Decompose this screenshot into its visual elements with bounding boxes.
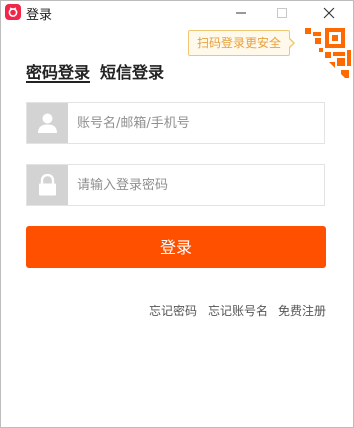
forgot-account-link[interactable]: 忘记账号名 <box>208 302 268 319</box>
tab-sms-login[interactable]: 短信登录 <box>100 59 164 83</box>
password-input[interactable] <box>69 165 327 205</box>
close-icon <box>323 7 335 19</box>
app-icon <box>5 4 21 20</box>
password-field <box>26 164 327 206</box>
login-window: 登录 扫码登录更安全 密码登录 短信登录 账号名/邮箱/手机号 登录 忘记密码 … <box>0 0 354 428</box>
register-link[interactable]: 免费注册 <box>278 302 326 319</box>
tab-password-login[interactable]: 密码登录 <box>26 59 90 83</box>
title-bar: 登录 <box>1 1 353 25</box>
window-title: 登录 <box>26 8 53 23</box>
maximize-icon <box>277 8 287 18</box>
lock-icon <box>39 174 56 196</box>
close-button[interactable] <box>319 3 339 23</box>
maximize-button[interactable] <box>272 3 292 23</box>
active-tab-underline <box>26 81 90 83</box>
minimize-icon <box>236 12 246 14</box>
login-button[interactable]: 登录 <box>26 226 326 268</box>
qr-login-tip[interactable]: 扫码登录更安全 <box>188 30 290 56</box>
username-field <box>26 102 327 144</box>
user-icon <box>38 113 57 133</box>
lock-icon-box <box>27 165 68 205</box>
user-icon-box <box>27 103 68 143</box>
minimize-button[interactable] <box>231 3 251 23</box>
qr-code-icon[interactable] <box>291 24 353 86</box>
forgot-password-link[interactable]: 忘记密码 <box>149 302 197 319</box>
username-input[interactable] <box>69 103 327 143</box>
